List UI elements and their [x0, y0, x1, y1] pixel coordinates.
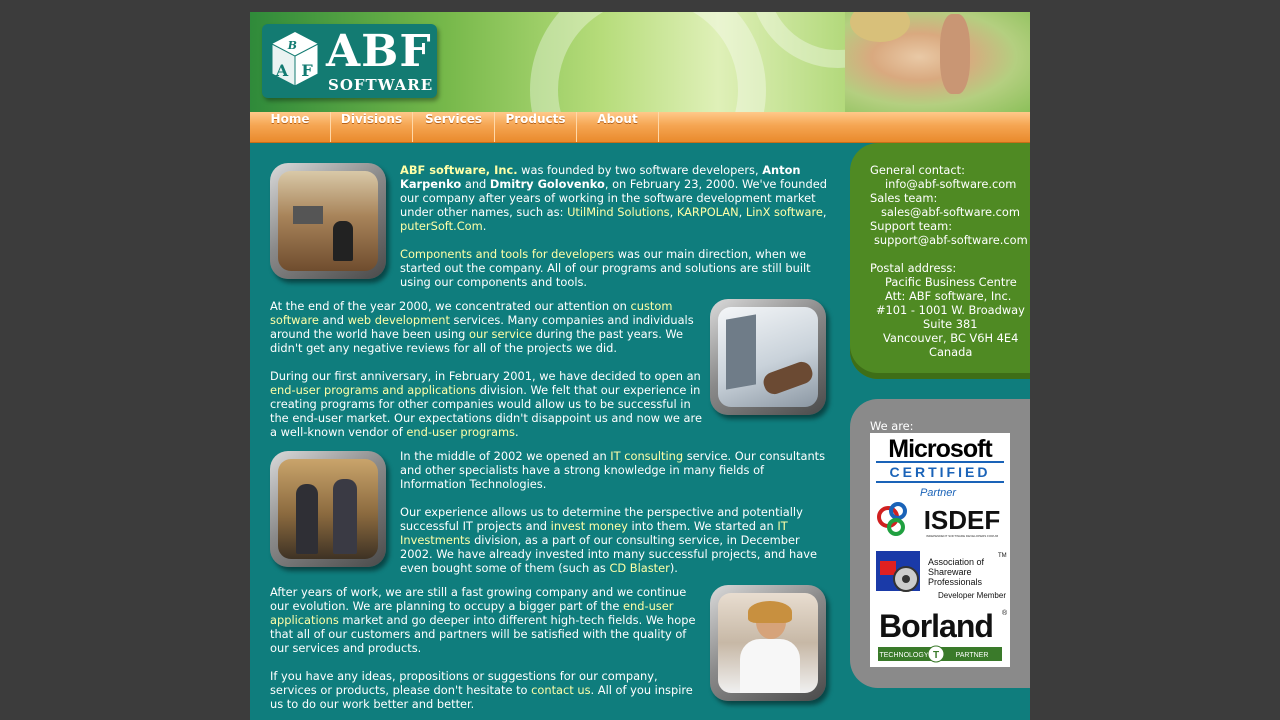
asp-line2: Shareware	[928, 567, 972, 577]
laptop-photo	[718, 307, 818, 407]
asp-member-text: Developer Member	[938, 591, 1006, 600]
contact-us-link[interactable]: contact us	[531, 683, 590, 697]
founder-name: Dmitry Golovenko	[489, 177, 605, 191]
page: B A F ABF SOFTWARE Home Divisions Servic…	[250, 12, 1030, 720]
components-link[interactable]: Components and tools for developers	[400, 247, 614, 261]
logo-subtitle: SOFTWARE	[328, 76, 434, 94]
logo-wordmark: ABF	[326, 26, 432, 77]
postal-line: Pacific Business Centre	[885, 275, 1017, 289]
main-nav: Home Divisions Services Products About	[250, 112, 1030, 143]
company-name: ABF software, Inc.	[400, 163, 518, 177]
businessmen-photo-frame	[270, 451, 386, 567]
intro-paragraph: ABF software, Inc. was founded by two so…	[400, 163, 827, 233]
microsoft-certified-text: CERTIFIED	[890, 464, 991, 480]
borland-technology-partner-badge[interactable]: Borland ® TECHNOLOGY T PARTNER	[878, 608, 1008, 663]
borland-technology-text: TECHNOLOGY	[879, 652, 928, 659]
invest-money-link[interactable]: invest money	[551, 519, 628, 533]
laptop-photo-frame	[710, 299, 826, 415]
nav-home[interactable]: Home	[250, 112, 331, 142]
isdef-subtitle: INDEPENDENT SOFTWARE DEVELOPERS FORUM	[926, 534, 999, 538]
support-woman-photo-frame	[710, 585, 826, 701]
banner-photo-woman-headphones	[845, 12, 1030, 112]
sales-team-label: Sales team:	[870, 191, 938, 205]
support-woman-photo	[718, 593, 818, 693]
postal-line: Vancouver, BC V6H 4E4	[883, 331, 1019, 345]
nav-divisions[interactable]: Divisions	[331, 112, 413, 142]
support-team-email[interactable]: support@abf-software.com	[874, 233, 1028, 247]
header-banner: B A F ABF SOFTWARE	[250, 12, 1030, 112]
borland-t-mark: T	[933, 650, 939, 661]
linx-link[interactable]: LinX software	[746, 205, 823, 219]
custom-software-paragraph: At the end of the year 2000, we concentr…	[270, 299, 694, 355]
components-paragraph: Components and tools for developers was …	[400, 247, 811, 289]
postal-address-label: Postal address:	[870, 261, 957, 275]
microsoft-certified-badge[interactable]: Microsoft CERTIFIED Partner	[876, 435, 1004, 499]
svg-text:F: F	[301, 61, 313, 80]
postal-line: Att: ABF software, Inc.	[885, 289, 1012, 303]
main-content: ABF software, Inc. was founded by two so…	[250, 143, 850, 720]
postal-line: Suite 381	[923, 317, 978, 331]
isdef-logo-text: ISDEF	[924, 505, 1001, 535]
karpolan-link[interactable]: KARPOLAN	[677, 205, 739, 219]
microsoft-logo-text: Microsoft	[888, 435, 993, 463]
nav-services[interactable]: Services	[413, 112, 495, 142]
asp-tm: TM	[998, 553, 1007, 559]
partner-logos: Microsoft CERTIFIED Partner ISDEF INDEPE…	[876, 435, 1008, 663]
evolution-paragraph: After years of work, we are still a fast…	[270, 585, 696, 655]
end-user-vendor-link[interactable]: end-user programs	[406, 425, 515, 439]
banner-photo-hand	[940, 14, 970, 94]
asp-line3: Professionals	[928, 577, 983, 587]
asp-member-badge[interactable]: Association of Shareware Professionals T…	[876, 551, 1007, 600]
postal-line: #101 - 1001 W. Broadway	[876, 303, 1025, 317]
postal-line: Canada	[929, 345, 973, 359]
partner-badges: Microsoft CERTIFIED Partner ISDEF INDEPE…	[870, 433, 1010, 667]
partners-sidebar: We are: Microsoft CERTIFIED Partner ISDE…	[850, 399, 1030, 688]
banner-photo-hair	[850, 12, 910, 42]
abf-logo[interactable]: B A F ABF SOFTWARE	[262, 24, 437, 98]
investments-paragraph: Our experience allows us to determine th…	[400, 505, 817, 575]
it-consulting-paragraph: In the middle of 2002 we opened an IT co…	[400, 449, 826, 491]
office-photo	[278, 171, 378, 271]
end-user-programs-link[interactable]: end-user programs and applications	[270, 383, 476, 397]
contact-sidebar: General contact: info@abf-software.com S…	[850, 143, 1030, 379]
borland-registered-mark: ®	[1002, 609, 1008, 617]
svg-text:A: A	[275, 61, 289, 80]
borland-partner-text: PARTNER	[956, 652, 989, 659]
isdef-badge[interactable]: ISDEF INDEPENDENT SOFTWARE DEVELOPERS FO…	[877, 502, 1001, 538]
office-photo-frame	[270, 163, 386, 279]
asp-line1: Association of	[928, 557, 985, 567]
sales-team-email[interactable]: sales@abf-software.com	[881, 205, 1020, 219]
microsoft-partner-text: Partner	[920, 487, 957, 499]
we-are-label: We are:	[870, 419, 914, 433]
putersoft-link[interactable]: puterSoft.Com	[400, 219, 483, 233]
nav-products[interactable]: Products	[495, 112, 577, 142]
end-user-paragraph: During our first anniversary, in Februar…	[270, 369, 702, 439]
banner-arc-decoration	[530, 12, 766, 112]
contact-paragraph: If you have any ideas, propositions or s…	[270, 669, 693, 711]
general-contact-email[interactable]: info@abf-software.com	[885, 177, 1016, 191]
businessmen-photo	[278, 459, 378, 559]
our-service-link[interactable]: our service	[469, 327, 532, 341]
support-team-label: Support team:	[870, 219, 953, 233]
web-development-link[interactable]: web development	[348, 313, 450, 327]
borland-logo-text: Borland	[879, 608, 993, 644]
utilmind-link[interactable]: UtilMind Solutions	[567, 205, 670, 219]
abf-cube-icon: B A F	[271, 32, 319, 87]
general-contact-label: General contact:	[870, 163, 965, 177]
cd-blaster-link[interactable]: CD Blaster	[609, 561, 669, 575]
it-consulting-link[interactable]: IT consulting	[610, 449, 683, 463]
nav-about[interactable]: About	[577, 112, 659, 142]
